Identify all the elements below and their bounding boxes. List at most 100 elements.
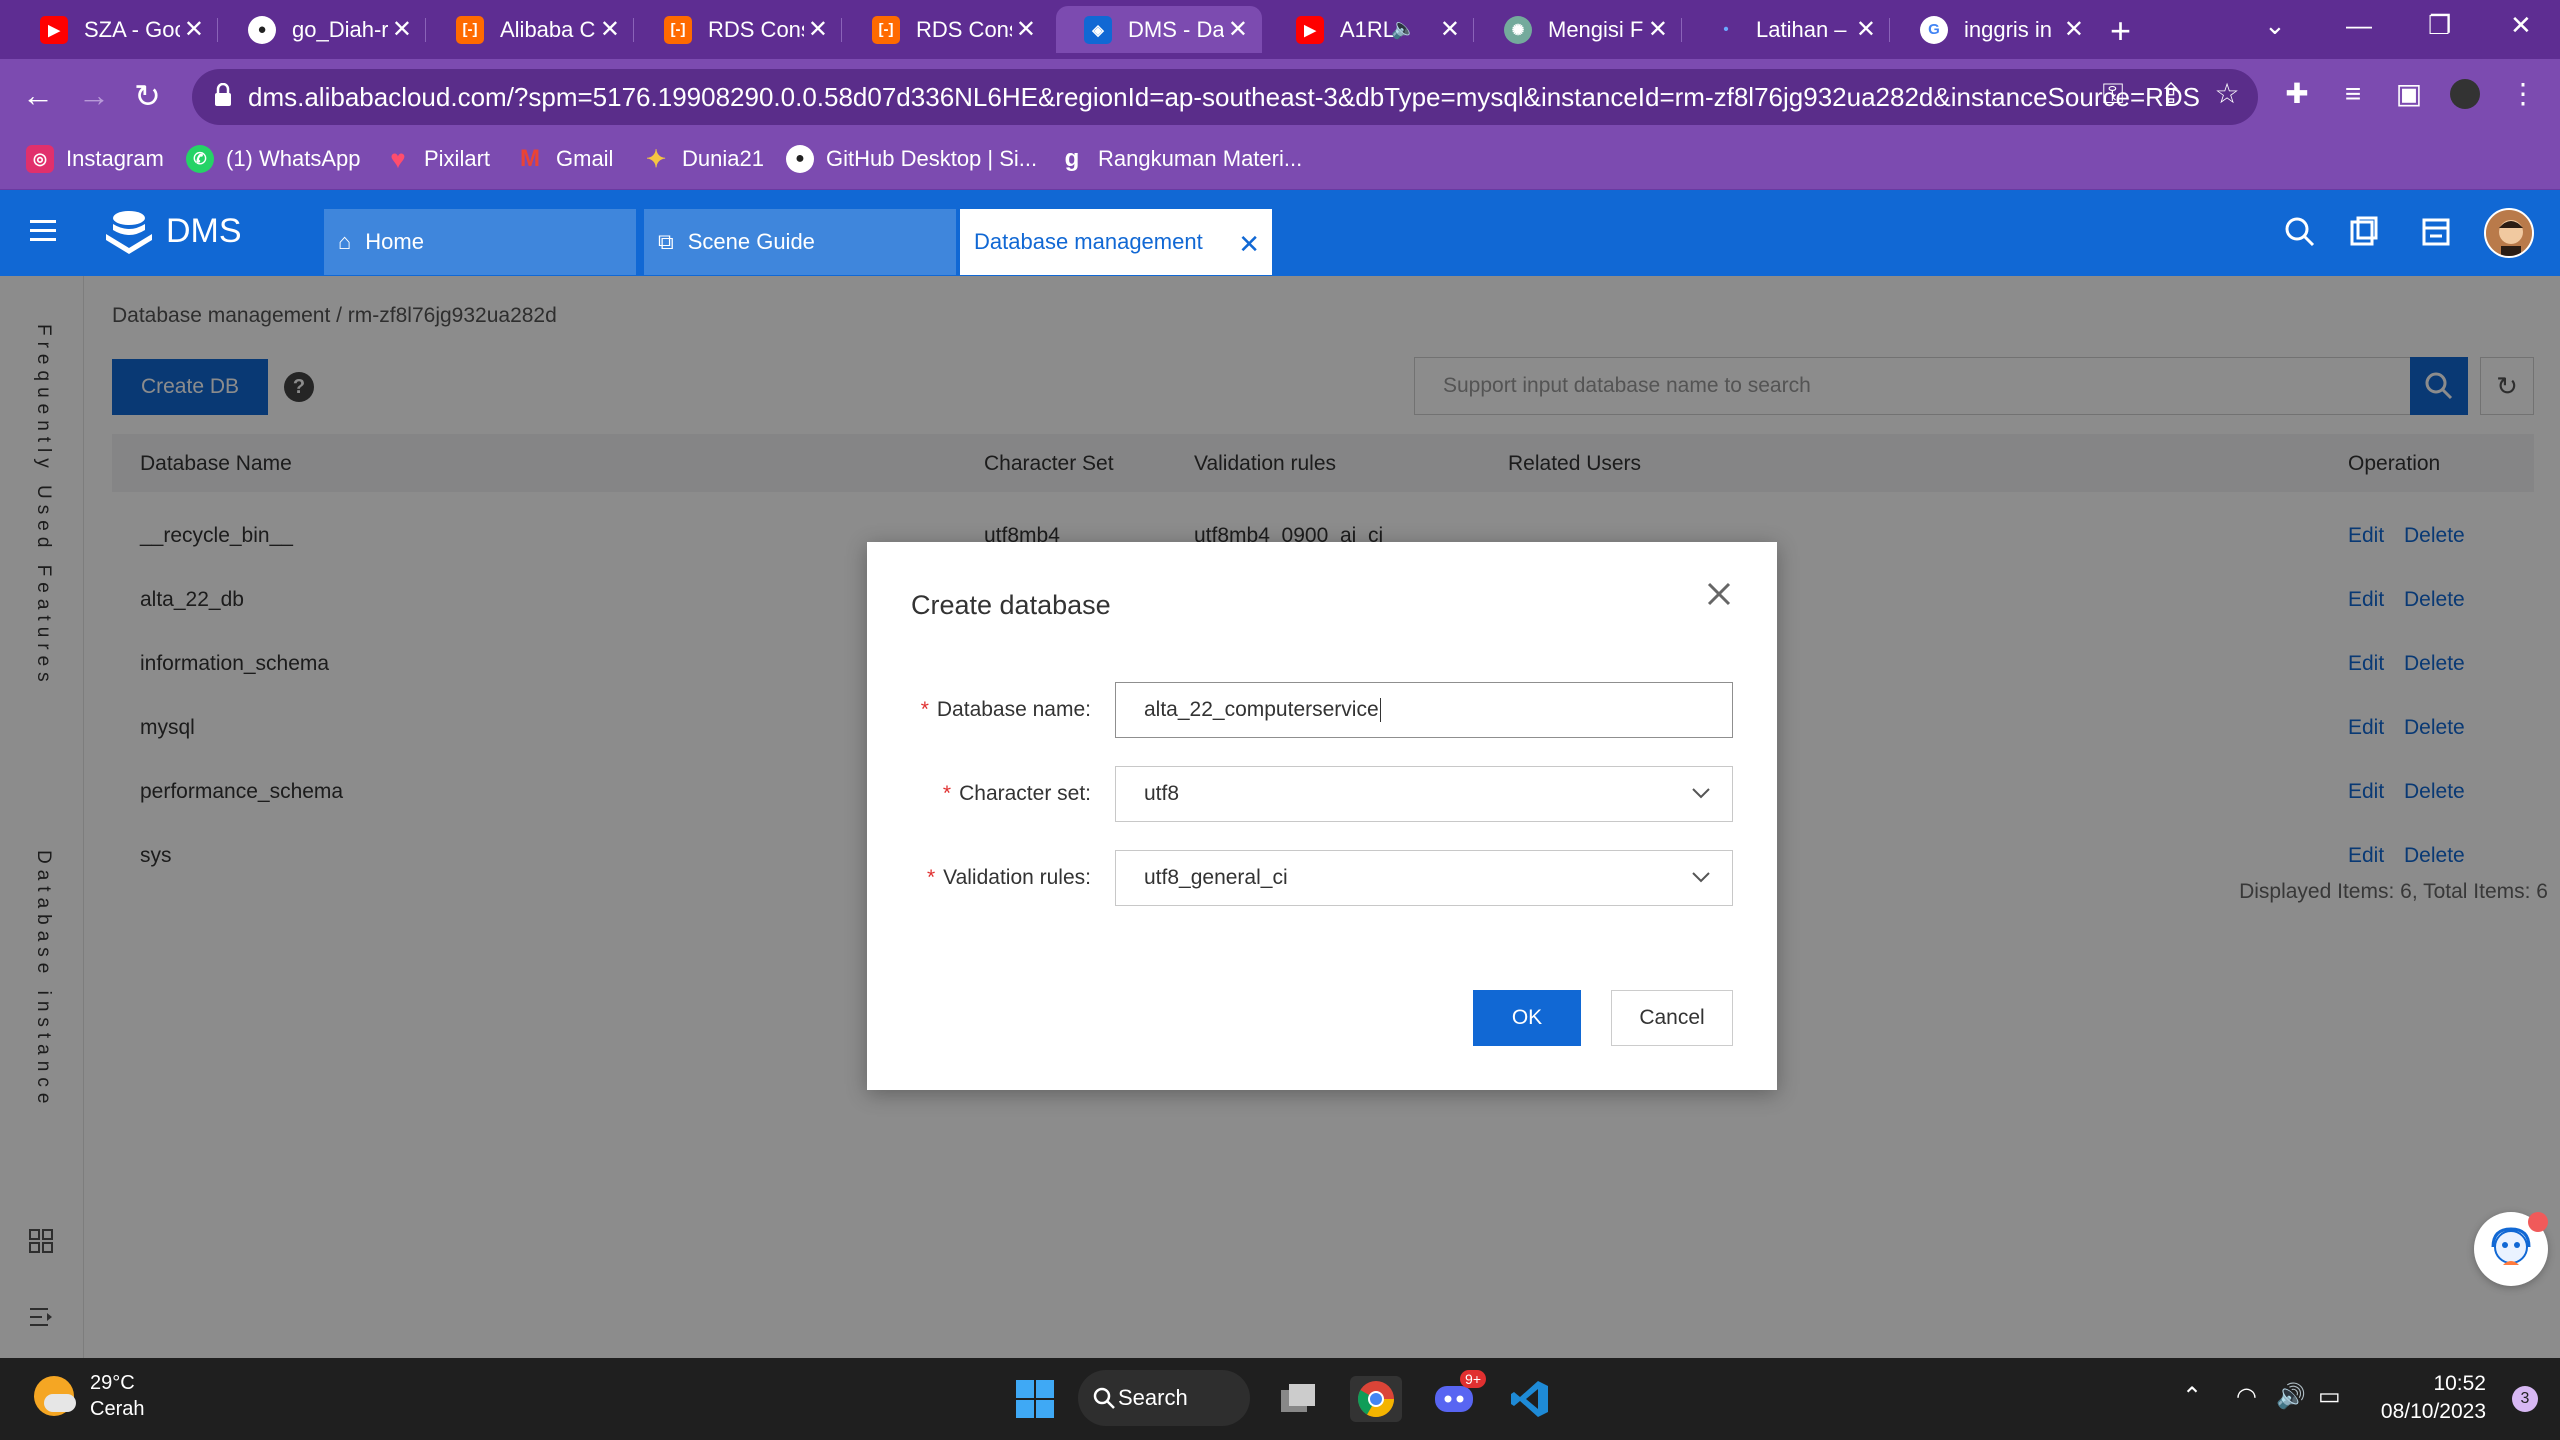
close-tab-icon[interactable]: ✕	[184, 15, 204, 44]
tab-database-management[interactable]: Database management ✕	[960, 209, 1272, 275]
task-list-icon[interactable]	[2418, 214, 2454, 250]
required-asterisk: *	[942, 782, 952, 805]
close-tab-icon[interactable]: ✕	[1228, 15, 1248, 44]
database-name-input[interactable]: alta_22_computerservice	[1115, 682, 1733, 738]
close-window-icon[interactable]: ✕	[2510, 10, 2532, 41]
browser-tab[interactable]: ✺ Mengisi F ✕	[1476, 6, 1682, 53]
cancel-button[interactable]: Cancel	[1611, 990, 1733, 1046]
search-icon[interactable]	[2282, 214, 2318, 250]
taskbar-chrome[interactable]	[1350, 1376, 1402, 1422]
avatar-face-icon	[2486, 210, 2532, 256]
profile-avatar-icon[interactable]	[2450, 79, 2480, 109]
more-menu-icon[interactable]: ⋮	[2508, 79, 2538, 109]
browser-tab[interactable]: • Latihan – ✕	[1684, 6, 1890, 53]
label-text: Character set:	[959, 782, 1091, 805]
label-text: Validation rules:	[943, 866, 1091, 889]
forward-arrow-icon[interactable]: →	[78, 77, 110, 114]
bookmark-rangkuman[interactable]: g Rangkuman Materi...	[1058, 145, 1303, 173]
close-tab-icon[interactable]: ✕	[1440, 15, 1460, 44]
validation-rules-select[interactable]: utf8_general_ci	[1115, 850, 1733, 906]
weather-partly-cloudy-icon	[34, 1376, 76, 1416]
close-icon[interactable]: ✕	[1238, 229, 1260, 260]
browser-tab[interactable]: [-] RDS Cons ✕	[844, 6, 1050, 53]
user-avatar[interactable]	[2484, 208, 2534, 258]
show-hidden-icons-chevron[interactable]: ⌃	[2182, 1382, 2202, 1411]
database-name-row: * Database name: alta_22_computerservice	[867, 682, 1777, 740]
customer-service-assistant-button[interactable]	[2474, 1212, 2548, 1286]
tab-label: go_Diah-r	[292, 16, 388, 42]
browser-tab[interactable]: ▶ A1RL 🔈 ✕	[1268, 6, 1474, 53]
extensions-puzzle-icon[interactable]: ✚	[2282, 79, 2312, 109]
youtube-icon: ▶	[1296, 15, 1324, 44]
tab-label: RDS Cons	[708, 16, 804, 42]
system-clock[interactable]: 10:52 08/10/2023	[2381, 1370, 2486, 1426]
wifi-icon[interactable]: ◠	[2236, 1382, 2257, 1411]
scene-guide-icon: ⧉	[658, 229, 674, 254]
close-tab-icon[interactable]: ✕	[2064, 15, 2084, 44]
windows-start-button[interactable]	[1012, 1376, 1058, 1422]
taskbar-search[interactable]: Search	[1078, 1370, 1250, 1426]
weather-widget[interactable]: 29°C Cerah	[34, 1370, 144, 1422]
address-bar[interactable]: dms.alibabacloud.com/?spm=5176.19908290.…	[192, 69, 2258, 125]
validation-rules-row: * Validation rules: utf8_general_ci	[867, 850, 1777, 908]
task-view-button[interactable]	[1276, 1376, 1322, 1422]
clock-time: 10:52	[2433, 1372, 2486, 1395]
bookmark-dunia21[interactable]: ✦ Dunia21	[642, 145, 764, 173]
share-icon[interactable]: ⇪	[2156, 79, 2186, 109]
tab-label: Database management	[974, 229, 1203, 254]
close-tab-icon[interactable]: ✕	[1856, 15, 1876, 44]
bookmark-whatsapp[interactable]: ✆ (1) WhatsApp	[186, 145, 361, 173]
battery-icon[interactable]: ▭	[2318, 1382, 2341, 1411]
browser-tab-strip: ▶ SZA - Goo ✕ ● go_Diah-r ✕ [-] Alibaba …	[0, 0, 2560, 59]
taskbar-discord[interactable]: 9+	[1428, 1370, 1486, 1422]
dunia21-icon: ✦	[645, 145, 667, 173]
ok-button[interactable]: OK	[1473, 990, 1581, 1046]
character-set-select[interactable]: utf8	[1115, 766, 1733, 822]
minimize-icon[interactable]: —	[2346, 10, 2372, 41]
tab-search-chevron-icon[interactable]: ⌄	[2264, 10, 2286, 41]
browser-tab-active[interactable]: ◈ DMS - Da ✕	[1056, 6, 1262, 53]
taskbar-vscode[interactable]	[1504, 1376, 1556, 1422]
close-icon[interactable]	[1703, 578, 1735, 610]
text-cursor	[1379, 698, 1381, 722]
back-arrow-icon[interactable]: ←	[22, 77, 54, 114]
dms-logo[interactable]: DMS	[102, 208, 242, 254]
close-tab-icon[interactable]: ✕	[1016, 15, 1036, 44]
bookmark-star-icon[interactable]: ☆	[2212, 79, 2242, 109]
close-tab-icon[interactable]: ✕	[808, 15, 828, 44]
browser-tab[interactable]: ▶ SZA - Goo ✕	[12, 6, 218, 53]
chrome-icon	[1357, 1381, 1394, 1418]
key-icon[interactable]: ⚿	[2098, 79, 2128, 109]
speaker-icon[interactable]: 🔈	[1391, 16, 1416, 41]
bookmark-instagram[interactable]: ◎ Instagram	[26, 145, 164, 173]
browser-tab[interactable]: [-] RDS Cons ✕	[636, 6, 842, 53]
tab-separator	[633, 18, 634, 42]
close-tab-icon[interactable]: ✕	[392, 15, 412, 44]
bookmark-gmail[interactable]: M Gmail	[516, 145, 613, 173]
dms-logo-icon	[106, 211, 152, 254]
database-switch-icon[interactable]	[2346, 214, 2382, 250]
new-tab-plus-icon[interactable]: +	[2110, 10, 2131, 52]
bookmark-pixilart[interactable]: ♥ Pixilart	[384, 143, 490, 174]
maximize-icon[interactable]: ❐	[2428, 10, 2451, 41]
media-control-icon[interactable]: ≡	[2338, 79, 2368, 109]
close-tab-icon[interactable]: ✕	[600, 15, 620, 44]
chevron-down-icon	[1692, 788, 1710, 799]
browser-tab[interactable]: G inggris in ✕	[1892, 6, 2098, 53]
heart-icon: ♥	[390, 143, 406, 174]
bookmark-github-desktop[interactable]: ● GitHub Desktop | Si...	[786, 145, 1037, 173]
hamburger-menu-icon[interactable]	[30, 220, 56, 242]
tab-home[interactable]: ⌂ Home	[324, 209, 636, 275]
tab-scene-guide[interactable]: ⧉ Scene Guide	[644, 209, 956, 275]
notification-count-badge[interactable]: 3	[2512, 1386, 2538, 1412]
close-tab-icon[interactable]: ✕	[1648, 15, 1668, 44]
reload-icon[interactable]: ↻	[134, 77, 161, 115]
windows-taskbar: 29°C Cerah Search 9+ ⌃ ◠ 🔊 ▭ 10:52 08/10…	[0, 1358, 2560, 1440]
browser-tab[interactable]: [-] Alibaba C ✕	[428, 6, 634, 53]
vscode-icon	[1511, 1381, 1548, 1417]
bookmark-label: Instagram	[66, 146, 164, 171]
volume-icon[interactable]: 🔊	[2276, 1382, 2306, 1411]
browser-tab[interactable]: ● go_Diah-r ✕	[220, 6, 426, 53]
side-panel-icon[interactable]: ▣	[2394, 79, 2424, 109]
tab-label: inggris in	[1964, 16, 2053, 42]
